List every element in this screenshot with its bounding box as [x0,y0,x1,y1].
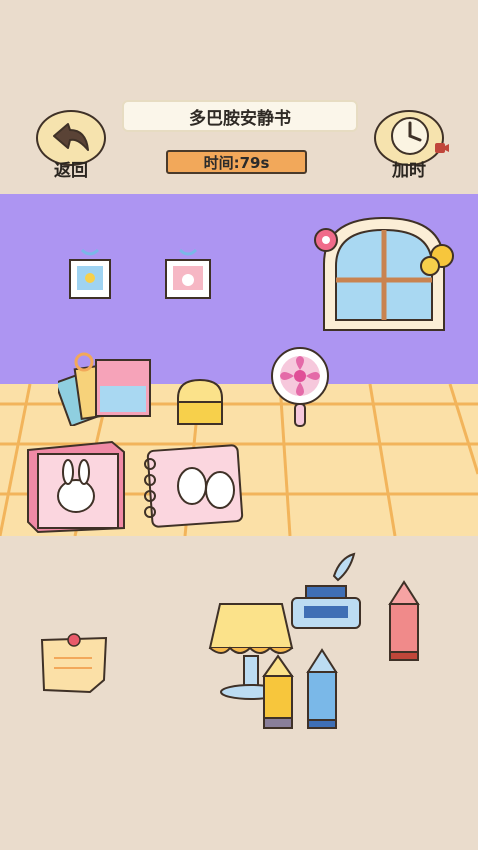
timer-badge: 时间:79s [166,150,307,174]
photo-frame-bunny[interactable] [162,246,214,302]
yellow-bag[interactable] [172,376,228,428]
ink-bottle-with-quill[interactable] [288,546,368,632]
clock-icon [391,117,429,155]
blue-pencil[interactable] [302,648,342,730]
sticky-note[interactable] [38,632,110,696]
back-label: 返回 [54,161,88,181]
pink-pencil[interactable] [384,580,424,662]
bunny-box[interactable] [22,438,130,534]
back-button[interactable]: 返回 [36,110,106,181]
color-swatch-cards[interactable] [58,352,156,426]
arrow-back-icon [53,123,89,151]
level-title: 多巴胺安静书 [122,100,358,132]
add-time-button[interactable]: 加时 [374,110,449,181]
desk-fan[interactable] [262,346,338,430]
item-tray [0,536,478,850]
add-time-label: 加时 [392,161,426,181]
yellow-pencil[interactable] [258,654,298,730]
photo-frame-flower[interactable] [66,246,114,302]
bunny-notebook[interactable] [134,440,246,532]
video-ad-icon [435,143,449,153]
room-scene [0,194,478,536]
window[interactable] [306,214,462,334]
